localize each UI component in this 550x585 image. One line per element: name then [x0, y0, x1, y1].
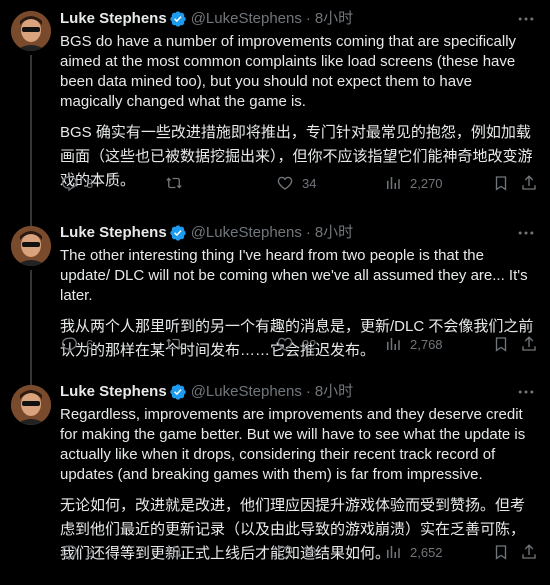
views-button[interactable]: 2,768 [384, 335, 443, 353]
like-button[interactable]: 34 [276, 174, 316, 192]
more-icon[interactable] [516, 9, 536, 29]
verified-badge-icon [170, 224, 186, 241]
thread-connector-line [30, 376, 32, 385]
verified-badge-icon [170, 383, 186, 400]
author-name[interactable]: Luke Stephens [60, 224, 167, 241]
thread-connector-line [30, 270, 32, 376]
reply-icon [62, 337, 77, 353]
like-icon [277, 545, 293, 559]
share-button[interactable] [520, 543, 538, 561]
tweet-header: Luke Stephens @LukeStephens · 8小时 [60, 224, 538, 241]
retweet-icon [166, 338, 182, 350]
author-name[interactable]: Luke Stephens [60, 383, 167, 400]
tweet-text: The other interesting thing I've heard f… [60, 247, 528, 304]
share-icon [522, 336, 536, 351]
tweet[interactable]: Luke Stephens @LukeStephens · 8小时 Regard… [0, 376, 550, 585]
retweet-button[interactable] [165, 543, 191, 561]
timestamp[interactable]: 8小时 [315, 383, 353, 400]
thread-connector-line [30, 217, 32, 226]
view-count: 2,652 [410, 544, 443, 560]
like-button[interactable]: 32 [276, 335, 316, 353]
share-icon [522, 175, 536, 190]
reply-count: 3 [86, 175, 94, 191]
avatar[interactable] [11, 226, 51, 266]
like-count: 34 [302, 175, 317, 191]
reply-count: 6 [86, 336, 94, 352]
avatar-column [0, 217, 60, 376]
more-icon[interactable] [516, 223, 536, 243]
retweet-button[interactable] [165, 174, 191, 192]
views-icon [387, 546, 400, 558]
reply-button[interactable]: 6 [60, 335, 93, 353]
like-count: 32 [302, 336, 317, 352]
avatar-column [0, 376, 60, 585]
avatar[interactable] [11, 11, 51, 51]
tweet-text: Regardless, improvements are improvement… [60, 406, 526, 483]
bookmark-button[interactable] [492, 335, 510, 353]
author-handle[interactable]: @LukeStephens [191, 383, 302, 400]
more-icon[interactable] [516, 382, 536, 402]
views-icon [387, 177, 400, 189]
reply-icon [62, 545, 77, 561]
bookmark-icon [495, 545, 507, 560]
like-icon [277, 176, 293, 190]
share-button[interactable] [520, 335, 538, 353]
separator-dot: · [305, 383, 311, 400]
reply-count: 2 [86, 544, 94, 560]
reply-button[interactable]: 2 [60, 543, 93, 561]
like-icon [277, 337, 293, 351]
author-handle[interactable]: @LukeStephens [191, 224, 302, 241]
bookmark-icon [495, 176, 507, 191]
verified-badge-icon [170, 10, 186, 27]
timestamp[interactable]: 8小时 [315, 10, 353, 27]
avatar[interactable] [11, 385, 51, 425]
retweet-icon [166, 546, 182, 558]
tweet-header: Luke Stephens @LukeStephens · 8小时 [60, 10, 538, 27]
like-button[interactable]: 38 [276, 543, 316, 561]
view-count: 2,768 [410, 336, 443, 352]
views-icon [387, 338, 400, 350]
timestamp[interactable]: 8小时 [315, 224, 353, 241]
author-name[interactable]: Luke Stephens [60, 10, 167, 27]
tweet[interactable]: Luke Stephens @LukeStephens · 8小时 BGS do… [0, 0, 550, 217]
share-icon [522, 544, 536, 559]
bookmark-button[interactable] [492, 543, 510, 561]
tweet[interactable]: Luke Stephens @LukeStephens · 8小时 The ot… [0, 217, 550, 376]
author-handle[interactable]: @LukeStephens [191, 10, 302, 27]
thread-connector-line [30, 55, 32, 217]
separator-dot: · [305, 224, 311, 241]
share-button[interactable] [520, 174, 538, 192]
views-button[interactable]: 2,652 [384, 543, 443, 561]
bookmark-button[interactable] [492, 174, 510, 192]
tweet-header: Luke Stephens @LukeStephens · 8小时 [60, 383, 538, 400]
view-count: 2,270 [410, 175, 443, 191]
tweet-text: BGS do have a number of improvements com… [60, 33, 517, 110]
avatar-column [0, 0, 60, 217]
reply-icon [62, 176, 77, 192]
retweet-icon [166, 177, 182, 189]
separator-dot: · [305, 10, 311, 27]
views-button[interactable]: 2,270 [384, 174, 443, 192]
tweet-thread: Luke Stephens @LukeStephens · 8小时 BGS do… [0, 0, 550, 585]
like-count: 38 [302, 544, 317, 560]
bookmark-icon [495, 337, 507, 352]
reply-button[interactable]: 3 [60, 174, 93, 192]
retweet-button[interactable] [165, 335, 191, 353]
